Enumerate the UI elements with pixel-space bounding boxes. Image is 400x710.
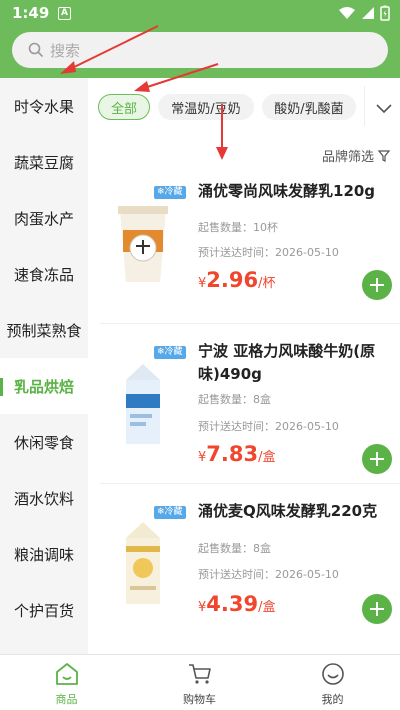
brand-filter-button[interactable]: 品牌筛选 <box>322 146 390 165</box>
status-bar: 1:49 A <box>0 0 400 28</box>
add-to-cart-button[interactable] <box>362 444 392 474</box>
nav-cart[interactable]: 购物车 <box>133 655 266 710</box>
refrigerated-badge: ❄冷藏 <box>154 186 186 199</box>
price-unit: /杯 <box>258 276 276 291</box>
status-time: 1:49 <box>12 4 50 22</box>
sidebar-item-label: 时令水果 <box>13 97 74 116</box>
tab-label: 全部 <box>110 101 137 117</box>
sidebar-item-grain-oil[interactable]: 粮油调味 <box>0 526 88 582</box>
battery-icon <box>380 5 390 21</box>
product-image-yogurt-box <box>126 522 160 604</box>
sidebar-item-meat[interactable]: 肉蛋水产 <box>0 190 88 246</box>
product-card[interactable]: ❄冷藏 宁波 亚格力风味酸牛奶(原味)490g 起售数量：8盒 预计送达时间：2… <box>88 324 400 484</box>
sidebar-item-label: 个护百货 <box>13 601 74 620</box>
product-min-quantity: 起售数量：10杯 <box>198 221 278 234</box>
tabs-divider <box>364 86 365 126</box>
chevron-down-icon[interactable] <box>372 96 396 120</box>
sidebar-item-snacks[interactable]: 休闲零食 <box>0 414 88 470</box>
cart-icon <box>189 664 211 684</box>
tab-yogurt[interactable]: 酸奶/乳酸菌 <box>262 94 356 120</box>
sidebar-item-drinks[interactable]: 酒水饮料 <box>0 470 88 526</box>
product-price: ¥2.96/杯 <box>198 268 276 292</box>
tab-label: 常温奶/豆奶 <box>171 101 241 117</box>
category-sidebar: 时令水果 蔬菜豆腐 肉蛋水产 速食冻品 预制菜熟食 乳品烘焙 休闲零食 酒水饮料… <box>0 78 88 654</box>
price-unit: /盒 <box>258 450 276 465</box>
product-name: 涌优麦Q风味发酵乳220克 <box>198 502 378 520</box>
bottom-navigation: 商品 购物车 我的 <box>0 654 400 710</box>
sidebar-item-label: 预制菜熟食 <box>6 321 82 340</box>
sidebar-item-fruit[interactable]: 时令水果 <box>0 78 88 134</box>
profile-icon <box>322 663 344 685</box>
refrigerated-badge: ❄冷藏 <box>154 346 186 359</box>
sidebar-item-label: 速食冻品 <box>13 265 74 284</box>
home-icon <box>56 663 78 685</box>
product-card[interactable]: ❄冷藏 涌优麦Q风味发酵乳220克 起售数量：8盒 预计送达时间：2026-05… <box>88 484 400 644</box>
product-name: 宁波 亚格力风味酸牛奶(原味)490g <box>198 342 376 383</box>
sidebar-item-prepared[interactable]: 预制菜熟食 <box>0 302 88 358</box>
brand-filter-label: 品牌筛选 <box>321 150 374 165</box>
sidebar-item-vegetables[interactable]: 蔬菜豆腐 <box>0 134 88 190</box>
product-name: 涌优零尚风味发酵乳120g <box>198 182 376 200</box>
add-to-cart-button[interactable] <box>362 270 392 300</box>
subcategory-tabs: 全部 常温奶/豆奶 酸奶/乳酸菌 <box>88 78 400 134</box>
refrigerated-badge: ❄冷藏 <box>154 506 186 519</box>
price-value: 7.83 <box>206 442 259 466</box>
signal-icon <box>362 7 374 19</box>
notification-icon: A <box>58 7 71 20</box>
sidebar-item-label: 休闲零食 <box>13 433 74 452</box>
product-delivery-time: 预计送达时间：2026-05-10 <box>198 246 339 259</box>
nav-products[interactable]: 商品 <box>0 655 133 710</box>
wifi-icon <box>339 7 355 19</box>
search-icon <box>28 42 44 58</box>
tab-all[interactable]: 全部 <box>98 94 150 120</box>
price-unit: /盒 <box>258 600 276 615</box>
sidebar-item-dairy[interactable]: 乳品烘焙 <box>0 358 88 414</box>
product-min-quantity: 起售数量：8盒 <box>198 542 271 555</box>
tab-ambient-milk[interactable]: 常温奶/豆奶 <box>158 94 254 120</box>
nav-label: 购物车 <box>183 693 216 706</box>
search-placeholder: 搜索 <box>50 42 81 60</box>
product-price: ¥4.39/盒 <box>198 592 276 616</box>
product-image-milk-carton <box>126 364 160 444</box>
add-to-cart-button[interactable] <box>362 594 392 624</box>
product-min-quantity: 起售数量：8盒 <box>198 393 271 406</box>
header: 搜索 <box>0 28 400 78</box>
tab-label: 酸奶/乳酸菌 <box>274 101 344 117</box>
nav-profile[interactable]: 我的 <box>266 655 399 710</box>
sidebar-item-label: 蔬菜豆腐 <box>13 153 74 172</box>
sidebar-item-label: 肉蛋水产 <box>13 209 74 228</box>
product-image-yogurt-cup <box>118 206 168 282</box>
filter-icon <box>378 149 390 162</box>
sidebar-item-personal-care[interactable]: 个护百货 <box>0 582 88 638</box>
nav-label: 商品 <box>55 693 78 706</box>
price-value: 4.39 <box>206 592 259 616</box>
product-delivery-time: 预计送达时间：2026-05-10 <box>198 568 339 581</box>
sidebar-item-frozen[interactable]: 速食冻品 <box>0 246 88 302</box>
price-value: 2.96 <box>206 268 259 292</box>
product-delivery-time: 预计送达时间：2026-05-10 <box>198 420 339 433</box>
nav-label: 我的 <box>321 693 344 706</box>
search-input[interactable]: 搜索 <box>12 32 388 68</box>
sidebar-item-label: 酒水饮料 <box>13 489 74 508</box>
product-price: ¥7.83/盒 <box>198 442 276 466</box>
sidebar-item-label: 乳品烘焙 <box>13 377 74 396</box>
sidebar-item-label: 粮油调味 <box>13 545 74 564</box>
product-card[interactable]: ❄冷藏 涌优零尚风味发酵乳120g 起售数量：10杯 预计送达时间：2026-0… <box>88 164 400 324</box>
